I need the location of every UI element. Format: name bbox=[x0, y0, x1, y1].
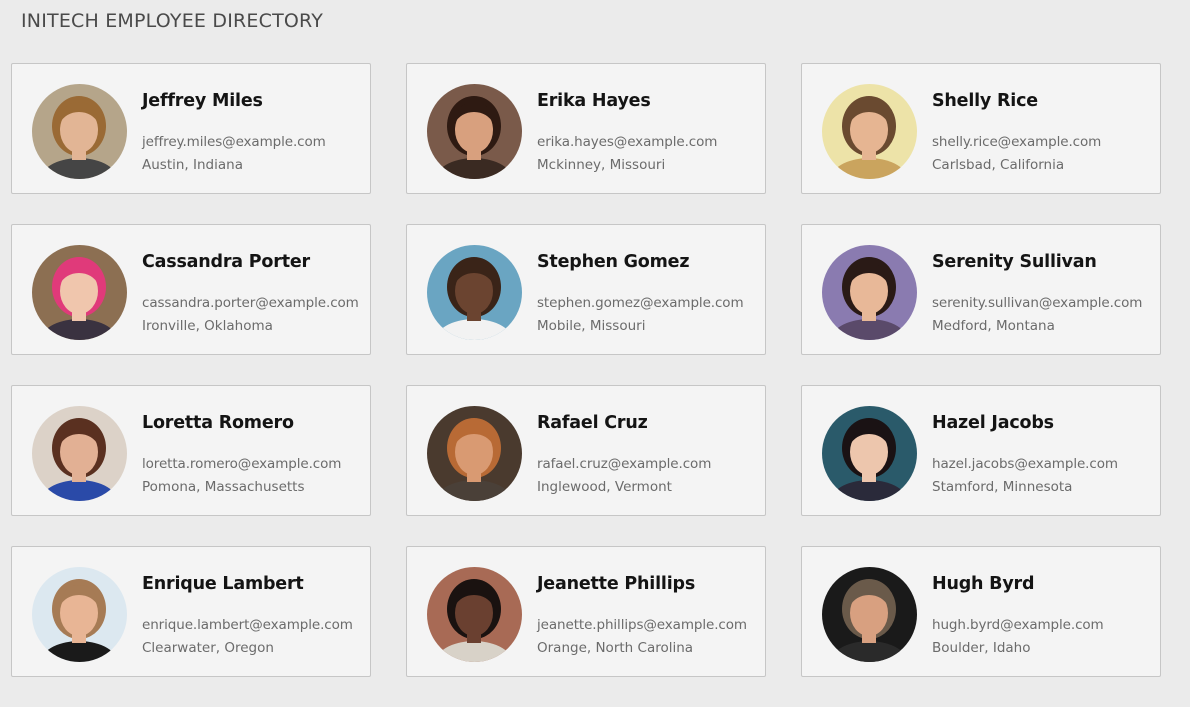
employee-email: cassandra.porter@example.com bbox=[142, 295, 359, 311]
avatar bbox=[427, 245, 522, 340]
employee-info: Loretta Romero loretta.romero@example.com… bbox=[142, 413, 364, 499]
employee-card[interactable]: Jeffrey Miles jeffrey.miles@example.com Au… bbox=[11, 63, 371, 194]
employee-email: hazel.jacobs@example.com bbox=[932, 456, 1118, 472]
employee-location: Stamford, Minnesota bbox=[932, 479, 1073, 495]
employee-card[interactable]: Jeanette Phillips jeanette.phillips@examp… bbox=[406, 546, 766, 677]
avatar-photo bbox=[32, 567, 127, 662]
avatar bbox=[32, 84, 127, 179]
employee-info: Rafael Cruz rafael.cruz@example.com Inglew… bbox=[537, 413, 759, 499]
employee-name: Rafael Cruz bbox=[537, 413, 648, 433]
employee-location: Carlsbad, California bbox=[932, 157, 1065, 173]
employee-name: Jeanette Phillips bbox=[537, 574, 696, 594]
employee-location: Medford, Montana bbox=[932, 318, 1055, 334]
avatar bbox=[822, 245, 917, 340]
employee-email: erika.hayes@example.com bbox=[537, 134, 718, 150]
employee-email: hugh.byrd@example.com bbox=[932, 617, 1104, 633]
employee-location: Boulder, Idaho bbox=[932, 640, 1031, 656]
employee-location: Austin, Indiana bbox=[142, 157, 243, 173]
employee-info: Enrique Lambert enrique.lambert@example.c… bbox=[142, 574, 364, 660]
avatar-photo bbox=[822, 567, 917, 662]
avatar-photo bbox=[427, 567, 522, 662]
employee-info: Stephen Gomez stephen.gomez@example.com Mo… bbox=[537, 252, 759, 338]
employee-card[interactable]: Rafael Cruz rafael.cruz@example.com Inglew… bbox=[406, 385, 766, 516]
employee-email: loretta.romero@example.com bbox=[142, 456, 342, 472]
avatar-photo bbox=[32, 245, 127, 340]
avatar-photo bbox=[822, 84, 917, 179]
employee-name: Shelly Rice bbox=[932, 91, 1038, 111]
employee-location: Inglewood, Vermont bbox=[537, 479, 672, 495]
avatar-photo bbox=[32, 406, 127, 501]
avatar-photo bbox=[427, 245, 522, 340]
employee-card[interactable]: Loretta Romero loretta.romero@example.com… bbox=[11, 385, 371, 516]
employee-email: jeanette.phillips@example.com bbox=[537, 617, 747, 633]
employee-info: Jeffrey Miles jeffrey.miles@example.com Au… bbox=[142, 91, 364, 177]
employee-card[interactable]: Shelly Rice shelly.rice@example.com Carlsb… bbox=[801, 63, 1161, 194]
employee-name: Erika Hayes bbox=[537, 91, 651, 111]
employee-name: Cassandra Porter bbox=[142, 252, 310, 272]
employee-info: Serenity Sullivan serenity.sullivan@examp… bbox=[932, 252, 1154, 338]
employee-name: Hazel Jacobs bbox=[932, 413, 1054, 433]
employee-info: Erika Hayes erika.hayes@example.com Mckinn… bbox=[537, 91, 759, 177]
employee-email: stephen.gomez@example.com bbox=[537, 295, 744, 311]
employee-location: Mobile, Missouri bbox=[537, 318, 646, 334]
avatar bbox=[427, 567, 522, 662]
employee-location: Clearwater, Oregon bbox=[142, 640, 274, 656]
employee-email: enrique.lambert@example.com bbox=[142, 617, 353, 633]
avatar-photo bbox=[32, 84, 127, 179]
employee-info: Hazel Jacobs hazel.jacobs@example.com Stam… bbox=[932, 413, 1154, 499]
employee-name: Hugh Byrd bbox=[932, 574, 1035, 594]
avatar bbox=[822, 406, 917, 501]
employee-card[interactable]: Enrique Lambert enrique.lambert@example.c… bbox=[11, 546, 371, 677]
avatar bbox=[32, 567, 127, 662]
avatar-photo bbox=[427, 84, 522, 179]
employee-grid: Jeffrey Miles jeffrey.miles@example.com Au… bbox=[11, 63, 1161, 677]
employee-info: Shelly Rice shelly.rice@example.com Carlsb… bbox=[932, 91, 1154, 177]
directory-page: INITECH EMPLOYEE DIRECTORY Jeffrey Miles… bbox=[0, 0, 1190, 707]
avatar bbox=[427, 84, 522, 179]
employee-location: Orange, North Carolina bbox=[537, 640, 694, 656]
employee-name: Enrique Lambert bbox=[142, 574, 304, 594]
employee-info: Jeanette Phillips jeanette.phillips@examp… bbox=[537, 574, 759, 660]
employee-card[interactable]: Serenity Sullivan serenity.sullivan@examp… bbox=[801, 224, 1161, 355]
employee-location: Pomona, Massachusetts bbox=[142, 479, 305, 495]
avatar bbox=[32, 245, 127, 340]
page-title: INITECH EMPLOYEE DIRECTORY bbox=[21, 10, 324, 32]
employee-card[interactable]: Stephen Gomez stephen.gomez@example.com Mo… bbox=[406, 224, 766, 355]
employee-card[interactable]: Hazel Jacobs hazel.jacobs@example.com Stam… bbox=[801, 385, 1161, 516]
employee-name: Stephen Gomez bbox=[537, 252, 690, 272]
avatar bbox=[427, 406, 522, 501]
avatar bbox=[822, 567, 917, 662]
avatar-photo bbox=[822, 245, 917, 340]
employee-location: Ironville, Oklahoma bbox=[142, 318, 273, 334]
avatar-photo bbox=[427, 406, 522, 501]
avatar-photo bbox=[822, 406, 917, 501]
employee-location: Mckinney, Missouri bbox=[537, 157, 666, 173]
employee-card[interactable]: Erika Hayes erika.hayes@example.com Mckinn… bbox=[406, 63, 766, 194]
employee-email: rafael.cruz@example.com bbox=[537, 456, 712, 472]
avatar bbox=[822, 84, 917, 179]
employee-email: serenity.sullivan@example.com bbox=[932, 295, 1143, 311]
employee-info: Cassandra Porter cassandra.porter@example… bbox=[142, 252, 364, 338]
employee-name: Serenity Sullivan bbox=[932, 252, 1097, 272]
employee-email: shelly.rice@example.com bbox=[932, 134, 1102, 150]
employee-email: jeffrey.miles@example.com bbox=[142, 134, 326, 150]
employee-name: Jeffrey Miles bbox=[142, 91, 263, 111]
employee-info: Hugh Byrd hugh.byrd@example.com Boulder, I… bbox=[932, 574, 1154, 660]
employee-card[interactable]: Hugh Byrd hugh.byrd@example.com Boulder, I… bbox=[801, 546, 1161, 677]
avatar bbox=[32, 406, 127, 501]
employee-card[interactable]: Cassandra Porter cassandra.porter@example… bbox=[11, 224, 371, 355]
employee-name: Loretta Romero bbox=[142, 413, 294, 433]
